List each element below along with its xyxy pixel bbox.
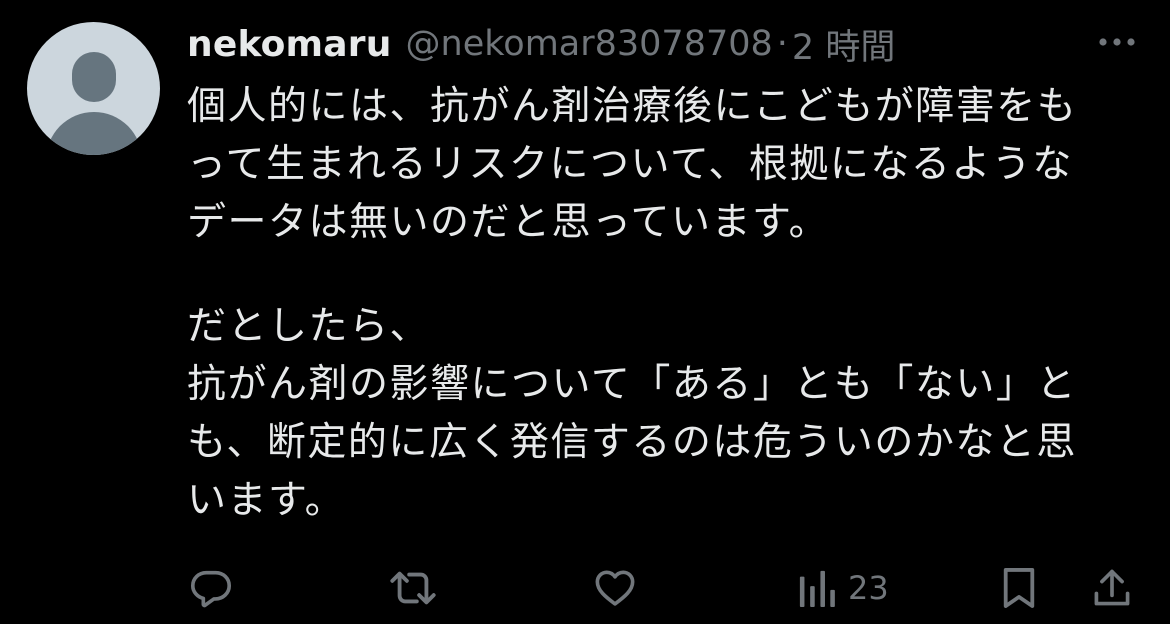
tweet-text: 個人的には、抗がん剤治療後にこどもが障害をも って生まれるリスクについて、根拠に… [187,78,1147,530]
tweet-text-line: だとしたら、 [187,304,431,349]
bookmark-button[interactable] [1000,560,1038,616]
more-options-button[interactable] [1094,22,1140,62]
speech-bubble-icon [190,570,232,608]
avatar-head-shape [71,52,116,102]
share-button[interactable] [1090,560,1134,616]
bar-chart-icon [799,570,835,607]
tweet-text-line: データは無いのだと思っています。 [187,200,830,245]
separator-dot: · [776,24,788,64]
views-count: 23 [848,569,889,607]
reply-button[interactable] [188,560,234,616]
action-bar: 23 [0,560,1170,616]
tweet-text-line: も、断定的に広く発信するのは危ういのかなと思 [187,420,1077,465]
avatar-body-shape [45,112,142,155]
tweet-text-line: 抗がん剤の影響について「ある」とも「ない」と [187,362,1077,407]
user-handle[interactable]: @nekomar83078708 [406,24,773,64]
avatar[interactable] [27,22,160,155]
bookmark-icon [1003,568,1035,608]
retweet-arrows-icon [390,571,436,605]
views-button[interactable]: 23 [798,560,889,616]
retweet-button[interactable] [388,560,438,616]
tweet[interactable]: nekomaru @nekomar83078708 · 2 時間 個人的には、抗… [0,0,1170,624]
display-name[interactable]: nekomaru [187,24,392,65]
tweet-text-line: って生まれるリスクについて、根拠になるような [187,142,1073,187]
more-dots-icon [1099,38,1135,46]
tweet-header: nekomaru @nekomar83078708 · 2 時間 [187,20,895,68]
timestamp[interactable]: 2 時間 [792,19,895,70]
tweet-text-line: 個人的には、抗がん剤治療後にこどもが障害をも [187,84,1078,129]
heart-icon [595,570,635,606]
tweet-text-line: います。 [187,478,346,523]
share-upload-icon [1094,569,1130,606]
like-button[interactable] [592,560,638,616]
